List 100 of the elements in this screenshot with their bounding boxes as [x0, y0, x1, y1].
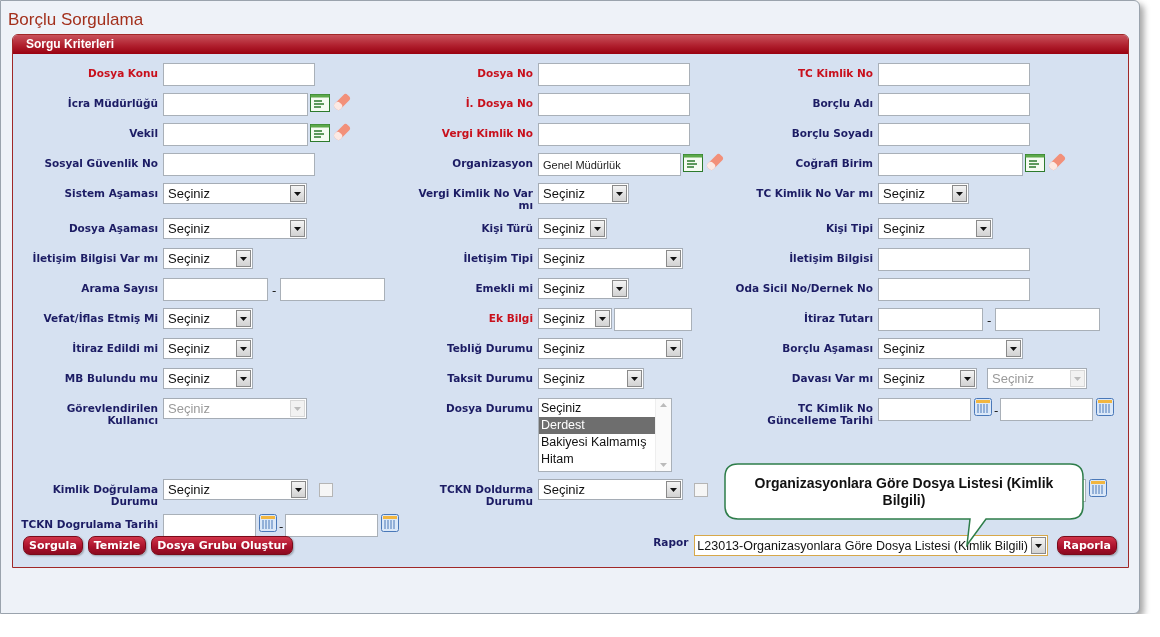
checkbox[interactable] [319, 483, 333, 497]
field-label: Kişi Türü [481, 221, 533, 234]
text-field[interactable] [163, 63, 315, 86]
select-field[interactable]: Seçiniz [538, 183, 629, 204]
date-field[interactable] [1000, 398, 1094, 421]
field-label: TC Kimlik No Var mı [756, 186, 873, 199]
text-field[interactable] [878, 123, 1030, 146]
text-field[interactable] [878, 93, 1030, 116]
list-option[interactable]: Hitam [539, 451, 655, 468]
select-field[interactable]: Seçiniz [163, 218, 307, 239]
scroll-up-icon[interactable] [660, 403, 667, 407]
field-label: Emekli mi [475, 281, 533, 294]
field-label: TCKN Doldurma Durumu [438, 482, 533, 507]
select-field[interactable]: Seçiniz [163, 183, 307, 204]
field-label: Oda Sicil No/Dernek No [735, 281, 873, 294]
text-field[interactable] [163, 93, 308, 116]
field-label: Dosya Konu [88, 66, 158, 79]
report-button[interactable]: Raporla [1057, 536, 1117, 555]
action-button[interactable]: Sorgula [23, 536, 83, 555]
calendar-icon[interactable] [1089, 479, 1107, 497]
date-field[interactable] [285, 514, 379, 537]
field-label: Vergi Kimlik No Var mı [417, 186, 533, 211]
field-label: TCKN Dogrulama Tarihi [21, 517, 158, 530]
field-label: Sistem Aşaması [64, 186, 158, 199]
select-field[interactable]: Seçiniz [878, 338, 1023, 359]
field-label: Borçlu Adı [812, 96, 873, 109]
text-field[interactable] [878, 308, 983, 331]
text-field[interactable] [878, 63, 1030, 86]
list-icon[interactable] [310, 123, 330, 143]
select-field[interactable]: Seçiniz [163, 308, 253, 329]
field-label: Kişi Tipi [825, 221, 873, 234]
field-label: İtiraz Tutarı [804, 311, 873, 324]
text-field[interactable] [280, 278, 386, 301]
calendar-icon[interactable] [974, 398, 992, 416]
report-select[interactable]: L23013-Organizasyonlara Göre Dosya Listesi (Kimlik Bilgili) [694, 535, 1049, 556]
field-label: Dosya No [477, 66, 533, 79]
text-field[interactable] [538, 63, 690, 86]
range-separator: - [986, 313, 993, 328]
text-field[interactable] [878, 153, 1023, 176]
field-label: Vergi Kimlik No [441, 126, 533, 139]
select-field[interactable]: Seçiniz [538, 368, 644, 389]
field-label: Coğrafi Birim [795, 156, 873, 169]
text-field[interactable] [163, 278, 268, 301]
field-label: Borçlu Soyadı [791, 126, 873, 139]
field-label: Vekil [129, 126, 158, 139]
report-label: Rapor [653, 535, 689, 548]
text-field[interactable] [538, 93, 690, 116]
field-label: Dosya Aşaması [68, 221, 158, 234]
list-icon[interactable] [310, 93, 330, 113]
field-label: İtiraz Edildi mi [72, 341, 158, 354]
select-field[interactable]: Seçiniz [878, 218, 993, 239]
field-label: TC Kimlik No Güncelleme Tarihi [766, 401, 873, 426]
text-field[interactable] [614, 308, 692, 331]
text-field[interactable] [163, 123, 308, 146]
field-label: Borçlu Aşaması [782, 341, 873, 354]
select-field[interactable]: Seçiniz [878, 368, 977, 389]
select-field[interactable]: Seçiniz [538, 218, 607, 239]
date-field[interactable] [163, 514, 256, 537]
field-label: İletişim Tipi [463, 251, 533, 264]
calendar-icon[interactable] [259, 514, 277, 532]
list-option[interactable]: Derdest [539, 417, 655, 434]
text-field[interactable] [163, 153, 315, 176]
select-field[interactable]: Seçiniz [538, 248, 683, 269]
list-option[interactable]: Seçiniz [539, 400, 655, 417]
list-box[interactable]: Seçiniz Derdest Bakiyesi Kalmamış Hitam [538, 398, 672, 472]
text-field[interactable] [878, 278, 1030, 301]
list-icon[interactable] [1025, 153, 1045, 173]
field-label: MB Bulundu mu [64, 371, 158, 384]
action-button[interactable]: Temizle [87, 536, 147, 555]
calendar-icon[interactable] [381, 514, 400, 532]
select-field[interactable]: Seçiniz [163, 368, 253, 389]
field-label: İ. Dosya No [465, 96, 533, 109]
text-field[interactable]: Genel Müdürlük [538, 153, 681, 176]
select-field[interactable]: Seçiniz [163, 338, 253, 359]
field-label: İletişim Bilgisi Var mı [32, 251, 158, 264]
select-field[interactable]: Seçiniz [163, 479, 308, 500]
range-separator: - [993, 403, 1000, 418]
select-field[interactable]: Seçiniz [538, 308, 612, 329]
range-separator: - [271, 283, 278, 298]
text-field[interactable] [878, 248, 1030, 271]
select-field[interactable]: Seçiniz [538, 479, 683, 500]
text-field[interactable] [995, 308, 1101, 331]
field-label: Görevlendirilen Kullanıcı [65, 401, 158, 426]
calendar-icon[interactable] [1096, 398, 1115, 416]
select-field[interactable]: Seçiniz [878, 183, 969, 204]
field-label: Organizasyon [452, 156, 533, 169]
text-field[interactable] [538, 123, 690, 146]
field-label: Davası Var mı [791, 371, 873, 384]
checkbox[interactable] [694, 483, 708, 497]
field-label: TC Kimlik No [797, 66, 873, 79]
list-icon[interactable] [683, 153, 703, 173]
action-button[interactable]: Dosya Grubu Oluştur [151, 536, 293, 555]
select-field[interactable]: Seçiniz [538, 338, 683, 359]
list-option[interactable]: Bakiyesi Kalmamış [539, 434, 655, 451]
scroll-down-icon[interactable] [660, 463, 667, 467]
select-field[interactable]: Seçiniz [163, 248, 253, 269]
field-label: Vefat/İflas Etmiş Mi [43, 311, 158, 324]
select-field[interactable]: Seçiniz [538, 278, 629, 299]
field-label: İletişim Bilgisi [789, 251, 873, 264]
date-field[interactable] [878, 398, 971, 421]
